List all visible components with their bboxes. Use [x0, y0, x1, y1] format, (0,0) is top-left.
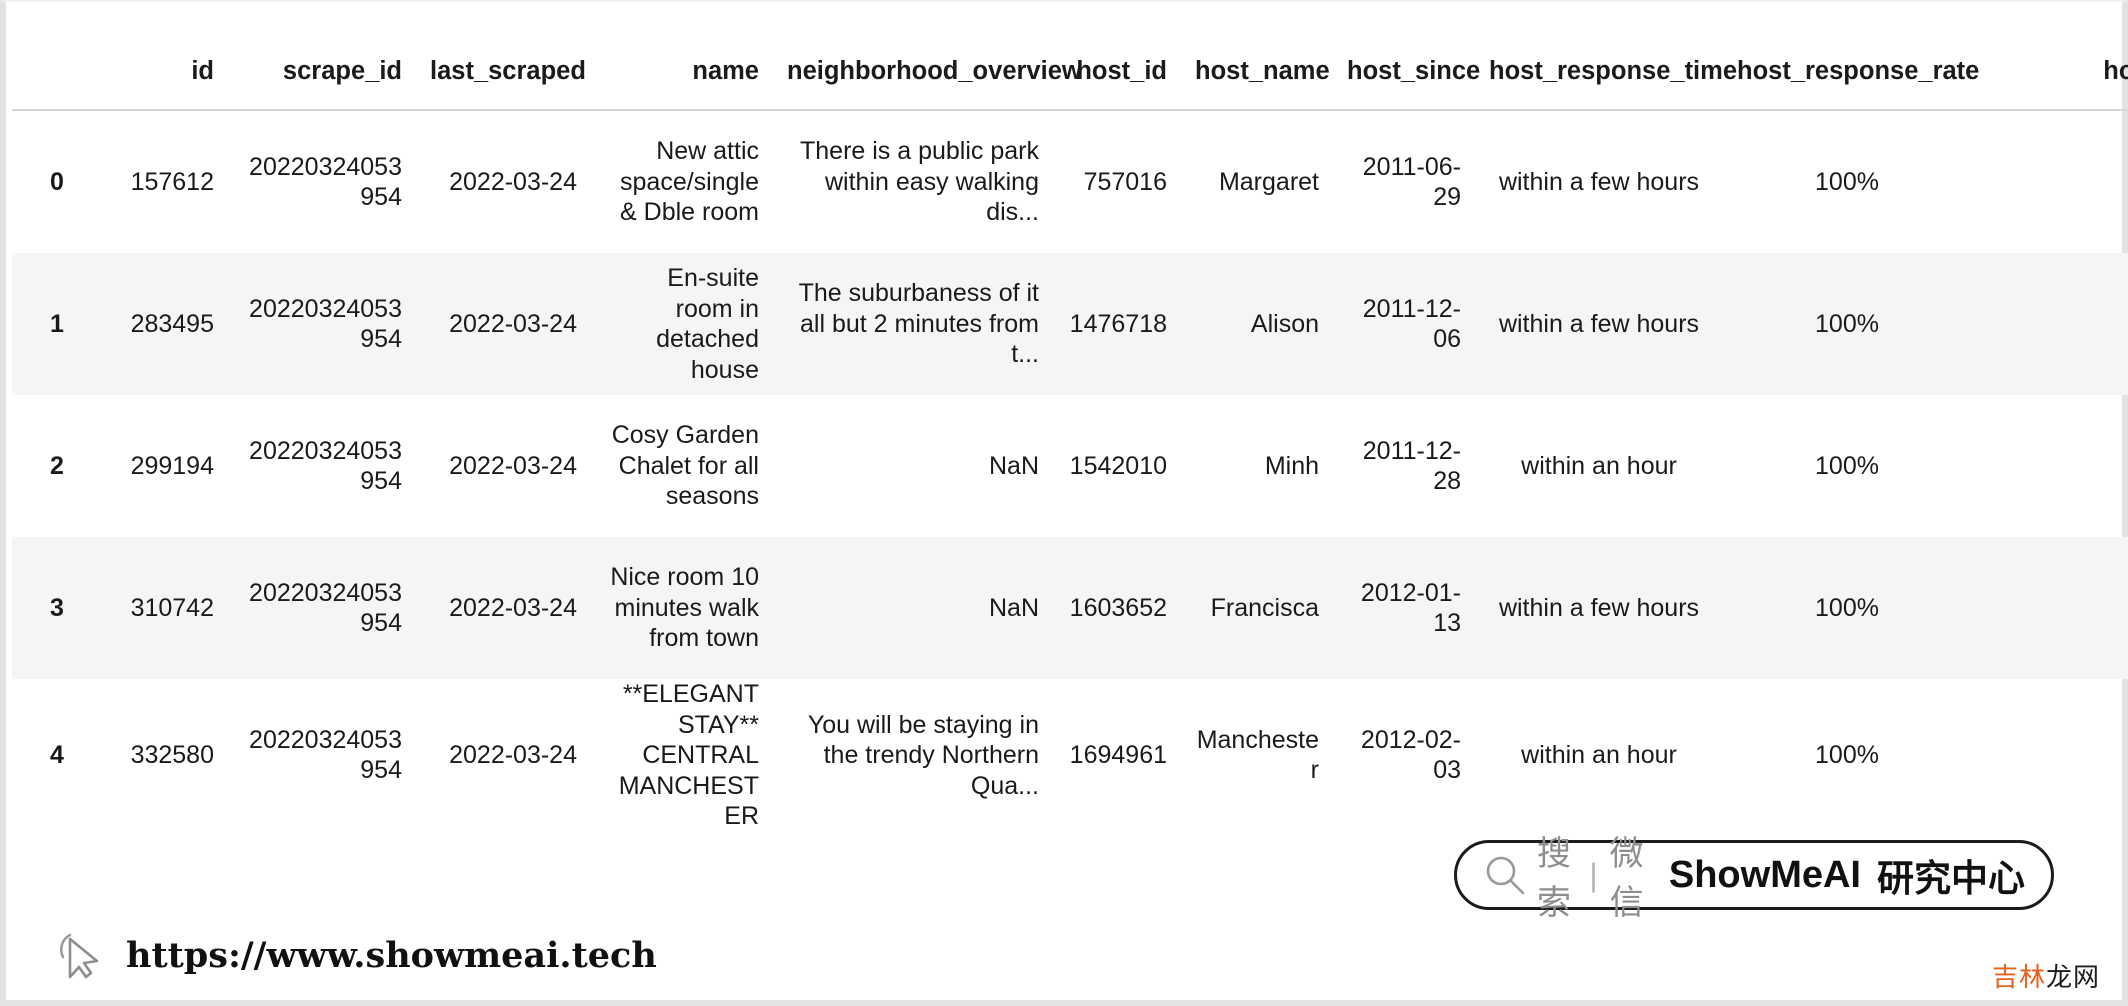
cell-neighborhood-overview: NaN: [988, 451, 1039, 480]
column-header-host-name: host_name: [1195, 57, 1330, 85]
column-header-host-response-rate: host_response_rate: [1737, 57, 1980, 85]
cell-host-id: 1603652: [1069, 593, 1167, 622]
cell-host-response-time: within a few hours: [1498, 167, 1700, 196]
badge-search-label: 搜索: [1537, 834, 1573, 923]
dataframe-table: id scrape_id last_scraped name neighborh…: [12, 32, 2128, 832]
cell-last-scraped: 2022-03-24: [449, 309, 577, 338]
cell-host-response-time: within an hour: [1521, 451, 1677, 480]
cell-host-name: Minh: [1264, 451, 1319, 480]
cell-last-scraped: 2022-03-24: [449, 451, 577, 480]
cell-host-id: 1476718: [1069, 309, 1167, 338]
cell-scrape-id: 20220324053954: [249, 725, 402, 785]
cell-host-name: Francisca: [1210, 593, 1319, 622]
cell-host-since: 2011-12-28: [1362, 436, 1461, 496]
badge-separator: |: [1589, 856, 1598, 893]
cell-neighborhood-overview: You will be staying in the trendy Northe…: [807, 710, 1039, 800]
table-row: 4 332580 20220324053954 2022-03-24 **ELE…: [12, 679, 2128, 832]
cell-id: 283495: [130, 309, 214, 338]
cell-host-acceptance-rate: [1971, 537, 2128, 679]
cell-host-response-time: within a few hours: [1498, 593, 1700, 622]
showmeai-watermark-badge: 搜索 | 微信 ShowMeAI 研究中心: [1454, 834, 2054, 923]
column-header-host-response-time: host_response_time: [1489, 57, 1738, 85]
cell-name: En-suite room in detached house: [656, 264, 759, 384]
column-header-neighborhood-overview: neighborhood_overview: [787, 57, 1082, 85]
cell-host-response-time: within a few hours: [1498, 309, 1700, 338]
cell-host-id: 1542010: [1069, 451, 1167, 480]
cell-id: 310742: [130, 593, 214, 622]
table-row: 1 283495 20220324053954 2022-03-24 En-su…: [12, 253, 2128, 396]
cell-host-since: 2011-06-29: [1362, 152, 1461, 212]
dataframe-header: id scrape_id last_scraped name neighborh…: [12, 32, 2128, 111]
cell-host-since: 2012-01-13: [1360, 578, 1461, 638]
cell-neighborhood-overview: The suburbaness of it all but 2 minutes …: [798, 279, 1039, 369]
cell-scrape-id: 20220324053954: [249, 578, 402, 638]
cell-host-acceptance-rate: [1971, 110, 2128, 253]
cell-host-since: 2011-12-06: [1362, 294, 1461, 354]
cell-id: 299194: [130, 451, 214, 480]
cell-scrape-id: 20220324053954: [249, 152, 402, 212]
cell-host-id: 757016: [1083, 167, 1167, 196]
footer-url-text[interactable]: https://www.showmeai.tech: [126, 935, 657, 976]
cell-neighborhood-overview: NaN: [988, 593, 1039, 622]
dataframe-scroll-container[interactable]: id scrape_id last_scraped name neighborh…: [12, 32, 2128, 832]
table-row: 3 310742 20220324053954 2022-03-24 Nice …: [12, 537, 2128, 680]
row-index: 3: [50, 593, 64, 622]
cell-host-response-rate: 100%: [1815, 167, 1879, 196]
cell-host-acceptance-rate: [1971, 679, 2128, 832]
row-index: 2: [50, 451, 64, 480]
cell-host-acceptance-rate: [1971, 395, 2128, 537]
cell-neighborhood-overview: There is a public park within easy walki…: [799, 137, 1039, 227]
search-icon: [1486, 856, 1525, 895]
cell-host-acceptance-rate: [1971, 253, 2128, 395]
badge-wechat-label: 微信: [1609, 834, 1645, 923]
cell-id: 157612: [130, 167, 214, 196]
notebook-output-frame: id scrape_id last_scraped name neighborh…: [0, 0, 2128, 1006]
cell-host-name: Margaret: [1218, 167, 1319, 196]
cell-host-response-time: within an hour: [1521, 741, 1677, 770]
cursor-arrow-icon: [59, 933, 99, 979]
row-index: 1: [50, 309, 64, 338]
column-header-host-acceptance-rate: host_acce: [2103, 57, 2128, 85]
cell-host-response-rate: 100%: [1815, 451, 1879, 480]
column-header-id: id: [191, 57, 214, 85]
cell-name: Cosy Garden Chalet for all seasons: [611, 421, 759, 511]
table-row: 2 299194 20220324053954 2022-03-24 Cosy …: [12, 395, 2128, 537]
cell-name: **ELEGANT STAY** CENTRAL MANCHESTER: [618, 680, 759, 831]
cell-host-name: Manchester: [1196, 725, 1319, 785]
cell-id: 332580: [130, 741, 214, 770]
row-index: 4: [50, 741, 64, 770]
cell-name: Nice room 10 minutes walk from town: [610, 563, 759, 653]
cell-last-scraped: 2022-03-24: [449, 741, 577, 770]
table-row: 0 157612 20220324053954 2022-03-24 New a…: [12, 110, 2128, 253]
cell-scrape-id: 20220324053954: [249, 436, 402, 496]
column-header-index: [12, 32, 110, 110]
column-header-scrape-id: scrape_id: [282, 57, 402, 85]
cell-host-response-rate: 100%: [1815, 309, 1879, 338]
badge-brand-cn: 研究中心: [1877, 857, 2025, 900]
cell-host-name: Alison: [1250, 309, 1319, 338]
dataframe-body: 0 157612 20220324053954 2022-03-24 New a…: [12, 110, 2128, 832]
corner-tag-dark: 龙网: [2045, 963, 2100, 993]
cell-host-since: 2012-02-03: [1360, 725, 1461, 785]
header-row: id scrape_id last_scraped name neighborh…: [12, 32, 2128, 111]
cell-host-id: 1694961: [1069, 741, 1167, 770]
cell-scrape-id: 20220324053954: [249, 294, 402, 354]
cell-last-scraped: 2022-03-24: [449, 593, 577, 622]
cell-host-response-rate: 100%: [1815, 741, 1879, 770]
corner-tag-orange: 吉林: [1991, 963, 2046, 993]
badge-brand: ShowMeAI: [1668, 853, 1861, 896]
column-header-name: name: [692, 57, 759, 85]
cell-host-response-rate: 100%: [1815, 593, 1879, 622]
row-index: 0: [50, 167, 64, 196]
column-header-last-scraped: last_scraped: [430, 57, 586, 85]
corner-site-tag: 吉林龙网: [1992, 957, 2100, 994]
column-header-host-since: host_since: [1347, 57, 1481, 85]
cell-last-scraped: 2022-03-24: [449, 167, 577, 196]
footer-url-block: https://www.showmeai.tech: [54, 927, 657, 983]
cell-name: New attic space/single & Dble room: [620, 137, 759, 227]
